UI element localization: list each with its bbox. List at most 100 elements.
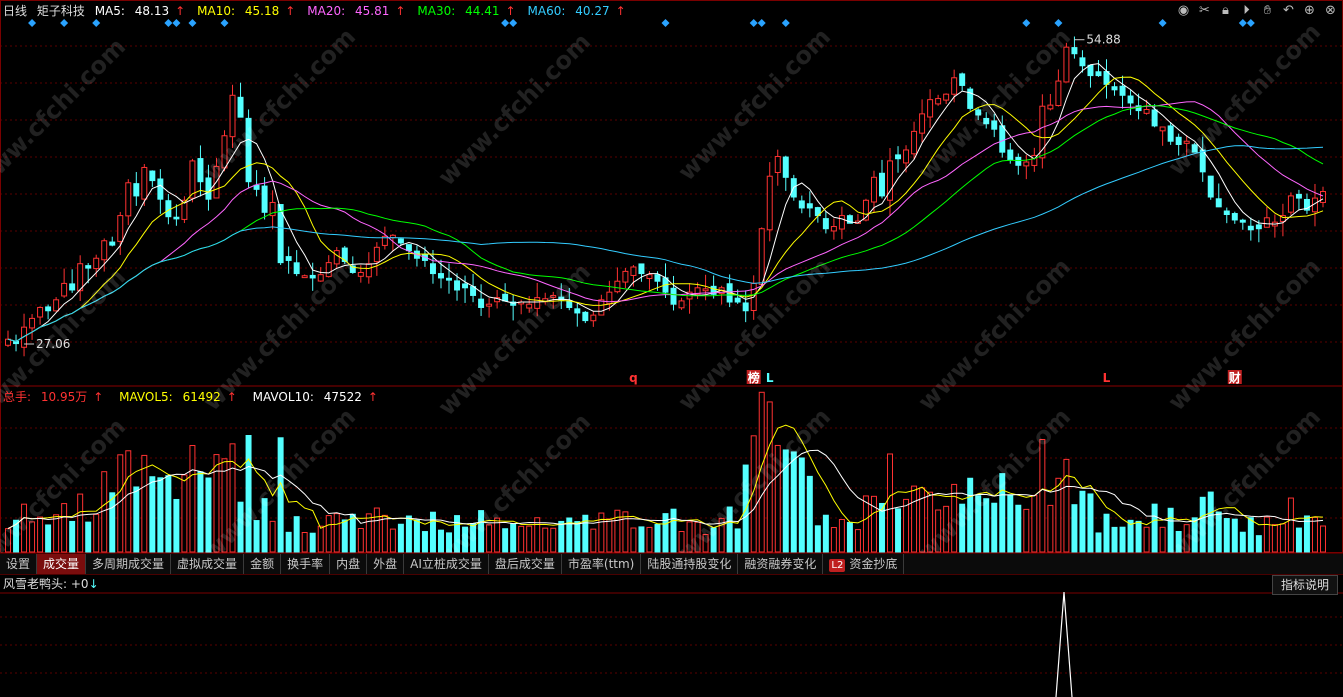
volume-bar (1087, 493, 1094, 553)
candle-body (1143, 109, 1150, 114)
candle-body (85, 265, 92, 269)
volume-bar (598, 512, 605, 553)
candle-body (253, 184, 260, 190)
candle-body (157, 178, 164, 200)
ma-legend-item: MA60: 40.27 ↑ (528, 4, 632, 18)
eye-icon[interactable]: ◉ (1175, 2, 1192, 19)
tab-13[interactable]: L2 资金抄底 (823, 554, 905, 574)
volume-bar (341, 519, 348, 553)
volume-bar (1279, 523, 1286, 553)
candle-body (1127, 95, 1134, 104)
volume-bar (53, 514, 60, 553)
volume-bar (1263, 516, 1270, 553)
tab-5[interactable]: 换手率 (281, 554, 331, 574)
tab-label: 内盘 (336, 557, 361, 571)
tab-8[interactable]: AI立桩成交量 (404, 554, 489, 574)
volume-bar (798, 457, 805, 553)
volume-bar (1255, 535, 1262, 553)
signal-diamond (1158, 19, 1167, 27)
tab-12[interactable]: 融资融券变化 (738, 554, 824, 574)
candle-body (830, 226, 837, 232)
volume-bar (558, 520, 565, 553)
volume-bar (614, 509, 621, 553)
indicator-help-button[interactable]: 指标说明 (1271, 575, 1338, 595)
volume-bar (662, 513, 669, 553)
tab-2[interactable]: 多周期成交量 (86, 554, 172, 574)
mavol5-value: 61492 (182, 390, 221, 404)
close-icon[interactable]: ⊗ (1322, 2, 1339, 19)
volume-bar (413, 519, 420, 553)
stock-name[interactable]: 矩子科技 (37, 4, 85, 18)
tab-label: 资金抄底 (849, 557, 898, 571)
volume-bar (526, 525, 533, 553)
candle-body (109, 241, 116, 246)
candle-body (365, 263, 372, 278)
undo-icon[interactable]: ↶ (1280, 2, 1297, 19)
candle-body (702, 288, 709, 292)
tab-10[interactable]: 市盈率(ttm) (562, 554, 642, 574)
hand-icon[interactable]: ✋︎ (1259, 2, 1276, 19)
candle-body (405, 244, 412, 252)
up-arrow-icon: ↑ (175, 4, 186, 18)
period-label[interactable]: 日线 (3, 4, 27, 18)
signal-diamond (661, 19, 670, 27)
play-icon[interactable]: ⏵ (1238, 2, 1255, 19)
volume-bar (421, 531, 428, 553)
tab-label: 融资融券变化 (744, 557, 817, 571)
volume-bar (838, 519, 845, 553)
mavol10-value: 47522 (323, 390, 362, 404)
tab-3[interactable]: 虚拟成交量 (171, 554, 245, 574)
candle-body (1103, 71, 1110, 85)
volume-bar (870, 495, 877, 553)
volume-bar (61, 503, 68, 553)
candle-body (1007, 149, 1014, 161)
tab-6[interactable]: 内盘 (330, 554, 368, 574)
signal-diamond (172, 19, 181, 27)
volume-bar (654, 524, 661, 553)
up-arrow-icon: ↑ (615, 4, 626, 18)
candle-body (999, 125, 1006, 153)
candle-body (822, 218, 829, 230)
signal-diamond (1022, 19, 1031, 27)
plus-icon[interactable]: ⊕ (1301, 2, 1318, 19)
signal-diamond (1238, 19, 1247, 27)
volume-bar (373, 507, 380, 553)
volume-bar (381, 514, 388, 553)
volume-bar (109, 492, 116, 553)
volume-bar (895, 508, 902, 553)
tab-11[interactable]: 陆股通持股变化 (641, 554, 739, 574)
scissors-icon[interactable]: ✂ (1196, 2, 1213, 19)
candle-body (574, 308, 581, 314)
kline-chart[interactable]: 54.8827.06q 榜 L L 财www.cfchi.com www.cfchi.co… (0, 0, 1343, 697)
candle-body (1079, 57, 1086, 67)
signal-diamond (60, 19, 69, 27)
tab-4[interactable]: 金额 (244, 554, 282, 574)
up-arrow-icon: ↑ (93, 390, 104, 404)
volume-bar (1231, 518, 1238, 553)
candle-body (77, 263, 84, 292)
lock-icon[interactable]: 🔒︎ (1217, 2, 1234, 19)
ma-legend: MA5: 48.13 ↑ MA10: 45.18 ↑ MA20: 45.81 ↑ MA30:… (95, 4, 638, 18)
volume-bar (1287, 497, 1294, 553)
signal-diamond (28, 19, 37, 27)
event-marker: L (1103, 371, 1111, 385)
watermark-text: www.cfchi.com (673, 23, 836, 186)
candle-body (1119, 85, 1126, 96)
candle-body (1055, 80, 1062, 107)
candle-body (734, 297, 741, 303)
candle-body (373, 246, 380, 263)
candle-body (838, 215, 845, 230)
tab-7[interactable]: 外盘 (367, 554, 405, 574)
ma-value: 48.13 (134, 4, 170, 18)
volume-bar (991, 502, 998, 553)
tab-9[interactable]: 盘后成交量 (489, 554, 562, 574)
tab-0[interactable]: 设置 (0, 554, 38, 574)
watermark-text: www.cfchi.com (1163, 253, 1326, 416)
volume-bar (101, 471, 108, 553)
candle-body (37, 306, 44, 318)
candle-body (1215, 198, 1222, 208)
tab-1[interactable]: 成交量 (37, 554, 87, 574)
ma-label: MA30: (417, 4, 460, 18)
candle-body (654, 274, 661, 282)
candle-body (446, 277, 452, 281)
